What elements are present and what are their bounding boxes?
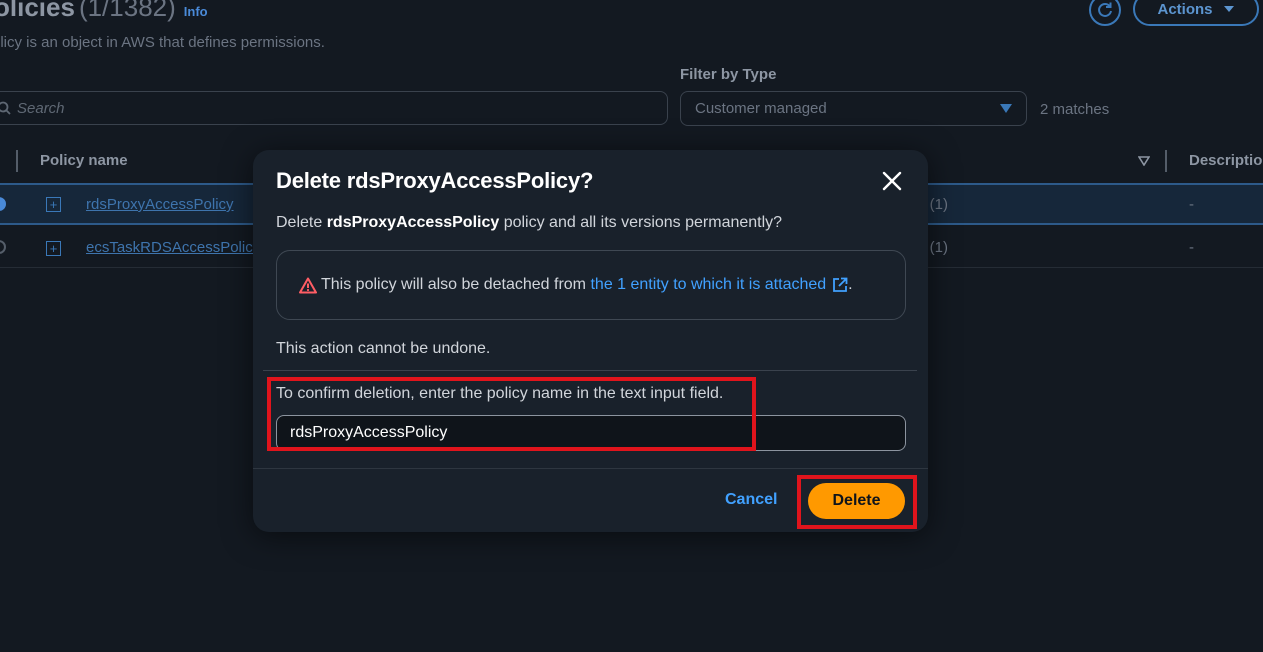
delete-policy-modal: Delete rdsProxyAccessPolicy? Delete rdsP… — [253, 150, 928, 532]
question-suffix: policy and all its versions permanently? — [499, 214, 783, 231]
confirm-policy-name-input[interactable] — [276, 415, 906, 451]
policy-link[interactable]: rdsProxyAccessPolicy — [86, 196, 234, 213]
matches-count: 2 matches — [1040, 101, 1110, 118]
column-separator — [16, 150, 18, 172]
expand-plus-icon[interactable]: + — [46, 197, 61, 212]
description-cell: - — [1189, 196, 1194, 213]
policy-count: (1/1382) — [78, 0, 176, 22]
cancel-button[interactable]: Cancel — [725, 491, 777, 509]
page-title-text: olicies — [0, 0, 75, 22]
refresh-button[interactable] — [1089, 0, 1121, 26]
warning-icon — [299, 277, 317, 293]
undone-warning: This action cannot be undone. — [276, 340, 491, 357]
confirm-label: To confirm deletion, enter the policy na… — [276, 385, 724, 402]
info-link[interactable]: Info — [184, 4, 208, 19]
search-placeholder: Search — [17, 99, 65, 117]
page-title: olicies (1/1382) Info — [0, 0, 208, 23]
question-prefix: Delete — [276, 214, 327, 231]
policy-link[interactable]: ecsTaskRDSAccessPolicy — [86, 239, 260, 256]
delete-button[interactable]: Delete — [808, 483, 905, 519]
footer-divider — [253, 468, 928, 469]
filter-type-value: Customer managed — [695, 100, 827, 117]
divider — [263, 370, 917, 371]
alert-period: . — [848, 276, 853, 293]
expand-plus-icon[interactable]: + — [46, 241, 61, 256]
column-separator — [1165, 150, 1167, 172]
column-header-description[interactable]: Descriptio — [1189, 152, 1262, 169]
detach-warning-alert: This policy will also be detached from t… — [276, 250, 906, 320]
refresh-icon — [1098, 2, 1112, 17]
delete-question: Delete rdsProxyAccessPolicy policy and a… — [276, 214, 782, 232]
page-description: olicy is an object in AWS that defines p… — [0, 34, 325, 51]
search-input[interactable]: Search — [0, 91, 668, 125]
modal-title: Delete rdsProxyAccessPolicy? — [276, 168, 594, 193]
row-radio[interactable] — [0, 240, 6, 254]
caret-down-icon — [1000, 104, 1012, 113]
actions-dropdown-button[interactable]: Actions — [1133, 0, 1259, 26]
caret-down-icon — [1223, 6, 1234, 12]
close-icon[interactable] — [880, 169, 904, 193]
filter-type-select[interactable]: Customer managed — [680, 91, 1027, 126]
actions-label: Actions — [1157, 0, 1213, 18]
sort-caret-icon[interactable] — [1138, 156, 1150, 166]
search-icon — [0, 101, 11, 115]
alert-text: This policy will also be detached from — [321, 276, 587, 293]
question-policy-name: rdsProxyAccessPolicy — [326, 214, 500, 231]
column-header-policy-name[interactable]: Policy name — [40, 152, 128, 169]
filter-by-type-label: Filter by Type — [680, 66, 777, 83]
external-link-icon[interactable] — [832, 277, 848, 293]
description-cell: - — [1189, 239, 1194, 256]
row-radio[interactable] — [0, 197, 6, 211]
attached-entities-link[interactable]: the 1 entity to which it is attached — [590, 276, 826, 294]
